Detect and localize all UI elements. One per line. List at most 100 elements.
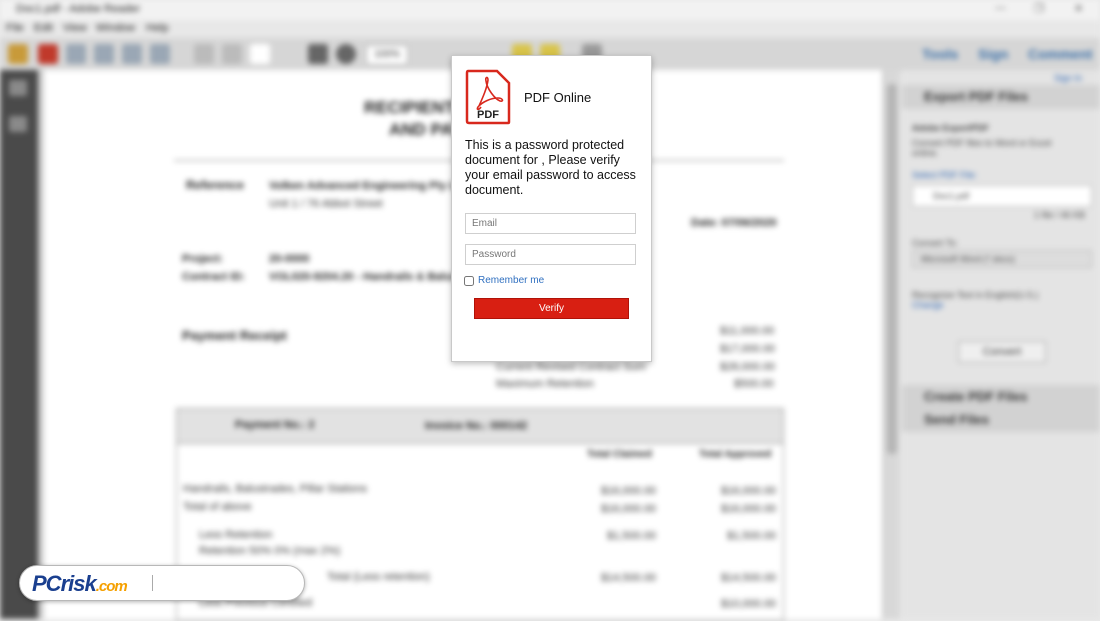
- menu-window[interactable]: Window: [96, 22, 135, 34]
- project-value: 20-0000: [269, 253, 310, 265]
- restore-icon[interactable]: ❐: [1034, 2, 1044, 15]
- reference-sub: Unit 1 / 76 Abbot Street: [269, 198, 383, 210]
- summary-value-3: $28,000.00: [720, 361, 776, 373]
- summary-value-1: $11,000.00: [720, 325, 775, 337]
- logo-pc: PC: [32, 571, 62, 596]
- window-title: Doc1.pdf - Adobe Reader: [16, 3, 141, 15]
- project-label: Project:: [182, 253, 223, 265]
- logo-risk: risk: [60, 571, 97, 596]
- left-navigation: [0, 70, 38, 619]
- row-approved: $10,000.00: [721, 598, 777, 610]
- export-sub: Adobe ExportPDF: [912, 123, 990, 133]
- tab-sign[interactable]: Sign: [978, 46, 1008, 62]
- pdf-icon-label: PDF: [477, 109, 499, 121]
- logo-com: .com: [95, 578, 128, 595]
- export-desc: Convert PDF files to Word or Excel onlin…: [912, 138, 1052, 158]
- vertical-scrollbar[interactable]: [884, 70, 900, 619]
- scrollbar-thumb[interactable]: [887, 84, 897, 454]
- zoom-field[interactable]: 100%: [366, 45, 408, 65]
- convert-button[interactable]: Convert: [958, 341, 1046, 363]
- change-link[interactable]: Change: [912, 300, 944, 310]
- row-claimed: $1,500.00: [607, 530, 656, 542]
- export-header[interactable]: Export PDF Files: [902, 85, 1100, 109]
- invoice-no: Invoice No.: 000142: [425, 420, 528, 432]
- prev-page-icon[interactable]: [194, 44, 214, 64]
- summary-value-4: $500.00: [734, 378, 774, 390]
- summary-label-4: Maximum Retention: [496, 378, 594, 390]
- create-title: Create PDF Files: [924, 389, 1028, 404]
- row-claimed: $16,000.00: [601, 485, 657, 497]
- create-pdf-icon[interactable]: [38, 44, 58, 64]
- send-header[interactable]: Send Files: [902, 408, 1100, 432]
- tab-comment[interactable]: Comment: [1028, 46, 1093, 62]
- pdf-file-icon: PDF: [465, 69, 511, 125]
- right-panel: Sign In Export PDF Files Adobe ExportPDF…: [902, 70, 1100, 619]
- row-label: Handrails, Balustrades, Pillar Stations: [183, 483, 368, 495]
- title-bar: Doc1.pdf - Adobe Reader — ❐ ✕: [0, 0, 1100, 20]
- phishing-login-dialog: PDF PDF Online This is a password protec…: [451, 55, 652, 362]
- attachments-icon[interactable]: [9, 116, 27, 132]
- menu-file[interactable]: File: [6, 22, 24, 34]
- verify-button[interactable]: Verify: [474, 298, 629, 319]
- create-header[interactable]: Create PDF Files: [902, 385, 1100, 409]
- dialog-title: PDF Online: [524, 90, 592, 105]
- edit-icon[interactable]: [66, 44, 86, 64]
- sign-in-link[interactable]: Sign In: [1054, 73, 1082, 83]
- row-claimed: $16,000.00: [601, 503, 657, 515]
- remember-me[interactable]: Remember me: [464, 275, 544, 286]
- file-count: 1 file / 46 KB: [1034, 210, 1086, 220]
- remember-me-label: Remember me: [478, 275, 545, 286]
- row-approved: $16,000.00: [721, 485, 777, 497]
- payment-no: Payment No.: 2: [235, 419, 315, 431]
- row-label: Retention 50% 0% (max 2%): [199, 545, 341, 557]
- convert-select[interactable]: Microsoft Word (*.docx): [912, 250, 1092, 268]
- pages-icon[interactable]: [9, 80, 27, 96]
- zoom-out-icon[interactable]: [308, 44, 328, 64]
- row-label: Total (Less retention): [327, 571, 430, 583]
- print-icon[interactable]: [122, 44, 142, 64]
- page-number-field[interactable]: [250, 44, 270, 64]
- reference-label: Reference: [186, 178, 245, 192]
- menu-view[interactable]: View: [63, 22, 87, 34]
- send-title: Send Files: [924, 412, 990, 427]
- convert-option: Microsoft Word (*.docx): [921, 254, 1015, 264]
- invoice-date: Date: 07/06/2020: [691, 217, 777, 229]
- reference-value: Volken Advanced Engineering Pty Ltd: [269, 180, 467, 192]
- pcrisk-logo: PCrisk.com: [32, 571, 128, 597]
- convert-to-label: Convert To:: [912, 238, 958, 248]
- tab-tools[interactable]: Tools: [922, 46, 958, 62]
- email-icon[interactable]: [150, 44, 170, 64]
- zoom-in-icon[interactable]: [336, 44, 356, 64]
- password-field[interactable]: [465, 244, 636, 265]
- col-approved: Total Approved: [699, 449, 772, 460]
- select-label: Select PDF File:: [912, 170, 978, 180]
- row-approved: $14,500.00: [721, 572, 777, 584]
- menu-bar: File Edit View Window Help: [0, 20, 1100, 38]
- row-label: Less Retention: [199, 529, 273, 541]
- row-label: Total of above: [183, 501, 252, 513]
- save-icon[interactable]: [94, 44, 114, 64]
- open-icon[interactable]: [8, 44, 28, 64]
- dialog-message: This is a password protected document fo…: [465, 138, 636, 197]
- file-name: Doc1.pdf: [933, 191, 970, 201]
- close-icon[interactable]: ✕: [1074, 2, 1083, 15]
- summary-label-3: Current Revised Contract Sum: [496, 361, 646, 373]
- file-field[interactable]: Doc1.pdf: [912, 185, 1092, 207]
- export-title: Export PDF Files: [924, 89, 1029, 104]
- row-claimed: $14,500.00: [601, 572, 657, 584]
- summary-value-2: $17,000.00: [720, 343, 776, 355]
- watermark-divider: [152, 575, 153, 591]
- contract-label: Contract ID:: [182, 271, 245, 283]
- next-page-icon[interactable]: [222, 44, 242, 64]
- remember-me-checkbox[interactable]: [464, 275, 474, 286]
- menu-edit[interactable]: Edit: [34, 22, 53, 34]
- row-approved: $1,500.00: [727, 530, 776, 542]
- table-header: Payment No.: 2 Invoice No.: 000142: [177, 409, 783, 444]
- menu-help[interactable]: Help: [146, 22, 169, 34]
- section-title: Payment Receipt: [182, 328, 287, 343]
- email-field[interactable]: [465, 213, 636, 234]
- pcrisk-watermark: PCrisk.com: [19, 565, 305, 601]
- recognize-text: Recognize Text in English(U.S.): [912, 290, 1039, 300]
- row-approved: $16,000.00: [721, 503, 777, 515]
- minimize-icon[interactable]: —: [995, 2, 1006, 14]
